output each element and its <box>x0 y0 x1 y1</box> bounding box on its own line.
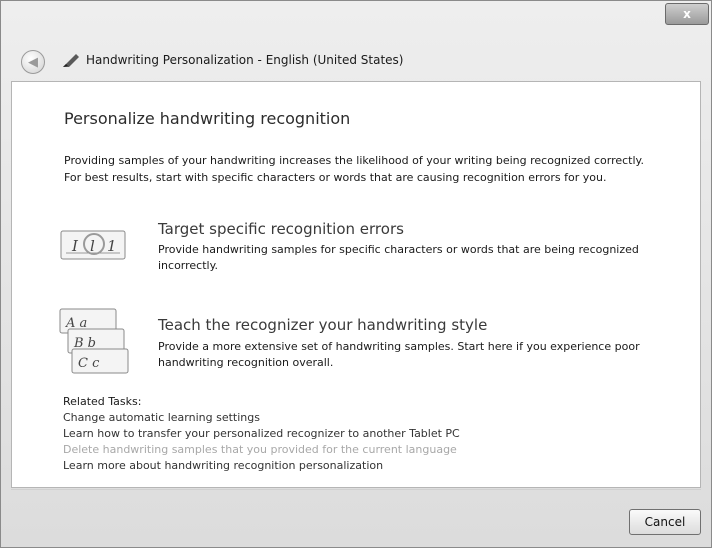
handwriting-error-icon[interactable]: I l 1 <box>60 227 128 263</box>
option-target-errors-link[interactable]: Target specific recognition errors <box>158 220 404 238</box>
intro-line-1: Providing samples of your handwriting in… <box>64 154 644 167</box>
pen-icon <box>63 54 79 67</box>
option-target-errors-desc: Provide handwriting samples for specific… <box>158 242 688 274</box>
footer-divider <box>11 489 701 490</box>
related-link-learn-more[interactable]: Learn more about handwriting recognition… <box>63 459 383 472</box>
svg-text:I: I <box>71 237 79 255</box>
close-icon: x <box>683 7 691 21</box>
cancel-button[interactable]: Cancel <box>629 509 701 535</box>
related-link-transfer-recognizer[interactable]: Learn how to transfer your personalized … <box>63 427 460 440</box>
option-target-errors-desc-line-2: incorrectly. <box>158 259 219 272</box>
option-teach-style-link[interactable]: Teach the recognizer your handwriting st… <box>158 316 487 334</box>
svg-text:1: 1 <box>107 237 117 255</box>
content-panel: Personalize handwriting recognition Prov… <box>11 81 701 488</box>
intro-text: Providing samples of your handwriting in… <box>64 152 700 186</box>
related-link-delete-samples[interactable]: Delete handwriting samples that you prov… <box>63 443 457 456</box>
handwriting-style-icon[interactable]: A a B b C c <box>58 307 130 377</box>
option-teach-style-desc-line-2: handwriting recognition overall. <box>158 356 334 369</box>
dialog-window: x ◀ Handwriting Personalization - Englis… <box>0 0 712 548</box>
page-heading: Personalize handwriting recognition <box>64 109 351 128</box>
svg-text:C c: C c <box>78 356 100 371</box>
intro-line-2: For best results, start with specific ch… <box>64 171 607 184</box>
related-tasks-label: Related Tasks: <box>63 395 142 408</box>
close-button[interactable]: x <box>665 3 709 25</box>
option-target-errors-desc-line-1: Provide handwriting samples for specific… <box>158 243 639 256</box>
option-teach-style-desc-line-1: Provide a more extensive set of handwrit… <box>158 340 640 353</box>
svg-text:l: l <box>90 237 95 255</box>
back-button[interactable]: ◀ <box>21 50 45 74</box>
related-link-learning-settings[interactable]: Change automatic learning settings <box>63 411 260 424</box>
window-title: Handwriting Personalization - English (U… <box>86 53 404 67</box>
back-arrow-icon: ◀ <box>28 54 38 70</box>
option-teach-style-desc: Provide a more extensive set of handwrit… <box>158 339 688 371</box>
